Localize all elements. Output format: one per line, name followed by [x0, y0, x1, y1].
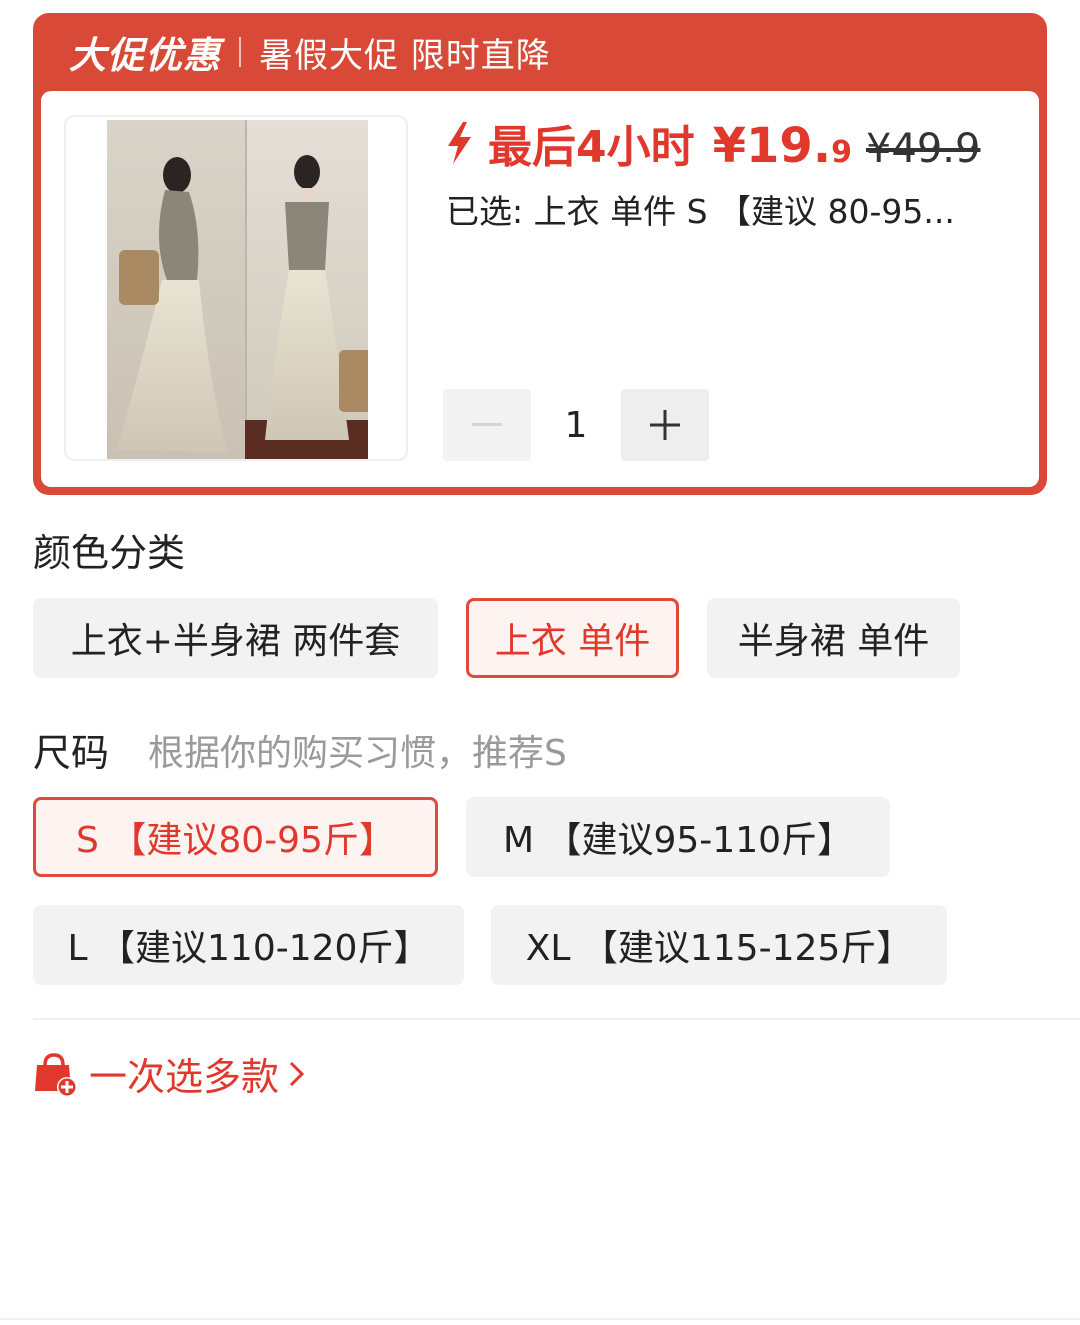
minus-icon [472, 423, 502, 426]
product-photo [107, 120, 368, 459]
quantity-stepper: 1 [443, 389, 709, 461]
color-option-skirt[interactable]: 半身裙 单件 [707, 598, 960, 678]
product-thumbnail[interactable] [64, 115, 408, 461]
size-option-xl[interactable]: XL 【建议115-125斤】 [491, 905, 947, 985]
current-price-fraction: 9 [831, 135, 852, 170]
color-section-label: 颜色分类 [33, 531, 186, 575]
selected-variant-text: 已选: 上衣 单件 S 【建议 80-95... [446, 192, 955, 231]
chevron-right-icon [289, 1061, 305, 1086]
multi-select-label: 一次选多款 [89, 1055, 280, 1099]
promo-slogan: 暑假大促 限时直降 [259, 35, 551, 76]
promo-card: 大促优惠 暑假大促 限时直降 最后4小时 ¥19. 9 ¥49.9 已选: 上衣… [33, 13, 1047, 495]
quantity-value[interactable]: 1 [531, 405, 621, 446]
lightning-icon [448, 122, 471, 164]
color-option-set[interactable]: 上衣+半身裙 两件套 [33, 598, 438, 678]
promo-header: 大促优惠 暑假大促 限时直降 [41, 13, 1039, 91]
section-divider [33, 1018, 1080, 1020]
size-option-m[interactable]: M 【建议95-110斤】 [466, 797, 890, 877]
price-line: 最后4小时 ¥19. 9 ¥49.9 [444, 111, 980, 175]
size-recommendation-hint: 根据你的购买习惯，推荐S [148, 733, 567, 774]
size-section-label: 尺码 [33, 731, 110, 775]
original-price: ¥49.9 [865, 126, 981, 172]
color-option-top[interactable]: 上衣 单件 [466, 598, 679, 678]
countdown-text: 最后4小时 [488, 122, 695, 173]
size-option-l[interactable]: L 【建议110-120斤】 [33, 905, 464, 985]
plus-icon [650, 410, 680, 440]
promo-divider [239, 37, 241, 67]
current-price: ¥19. [712, 118, 832, 174]
shopping-bag-plus-icon [35, 1052, 77, 1097]
bottom-divider [0, 1318, 1080, 1320]
product-panel: 最后4小时 ¥19. 9 ¥49.9 已选: 上衣 单件 S 【建议 80-95.… [41, 91, 1039, 487]
quantity-increment-button[interactable] [621, 389, 709, 461]
multi-select-link[interactable]: 一次选多款 [33, 1046, 309, 1101]
size-option-s[interactable]: S 【建议80-95斤】 [33, 797, 438, 877]
quantity-decrement-button[interactable] [443, 389, 531, 461]
promo-brand: 大促优惠 [69, 34, 221, 77]
